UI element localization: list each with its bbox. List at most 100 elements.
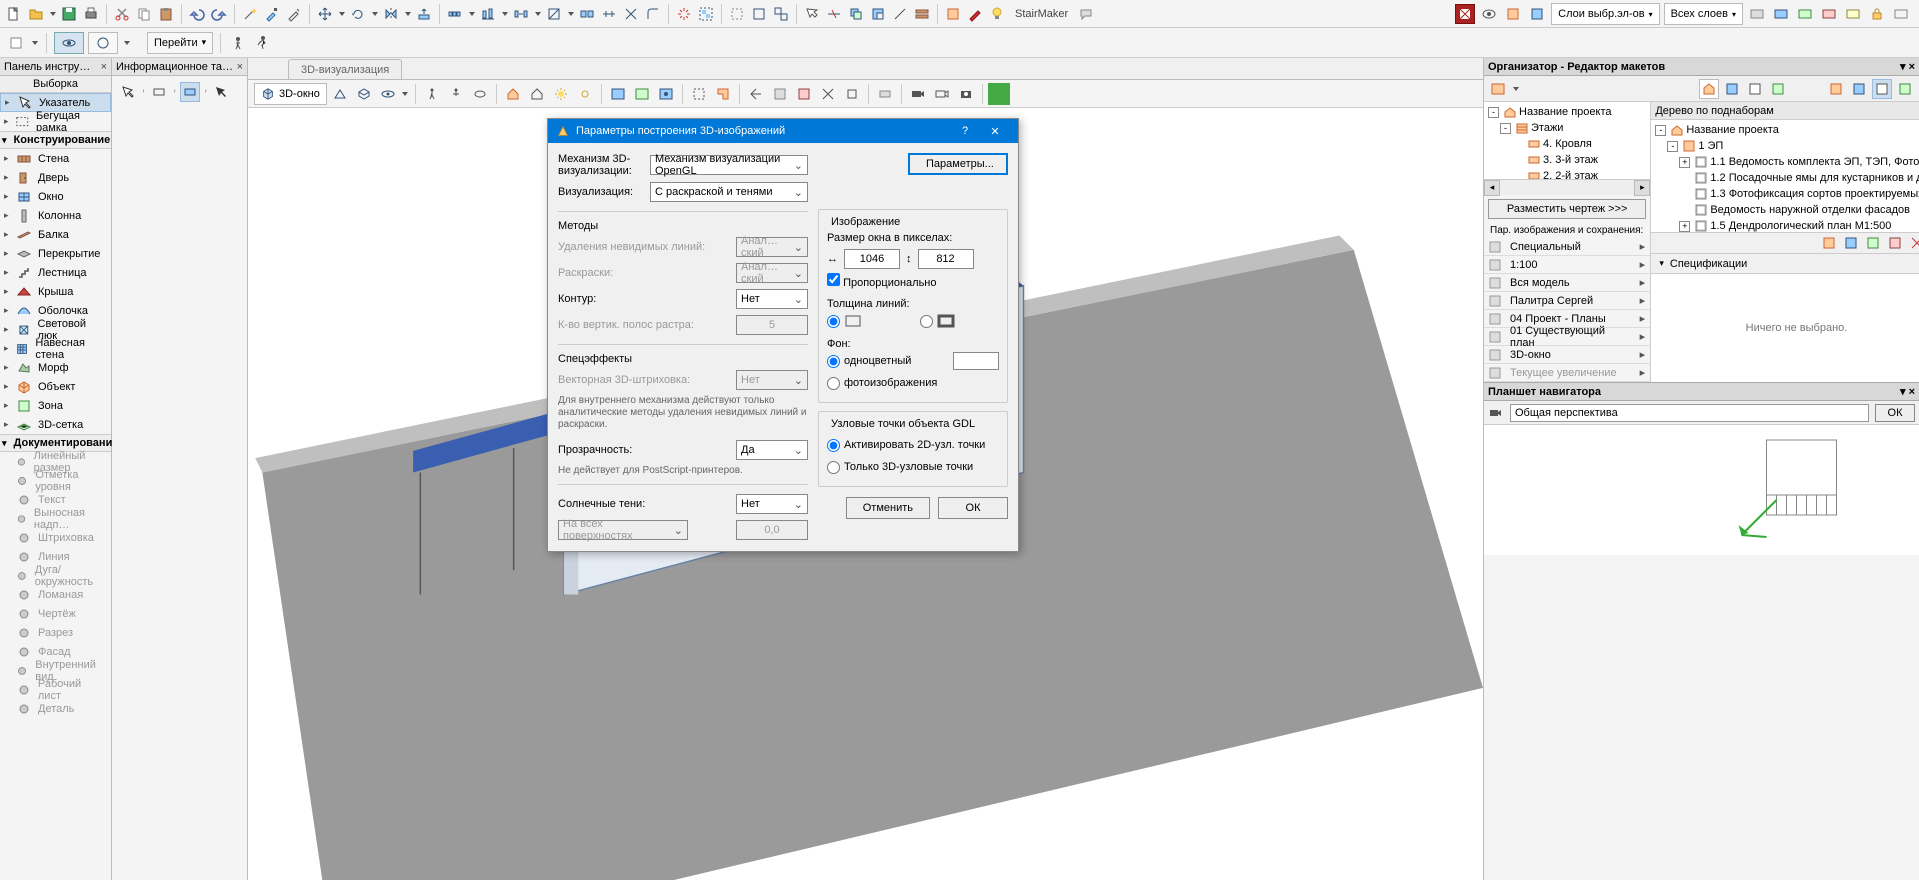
vt-cam1-icon[interactable]: [907, 83, 929, 105]
layer-opt2-icon[interactable]: [1527, 4, 1547, 24]
organizer-close-icon[interactable]: ×: [1909, 61, 1915, 73]
info-arrow-icon[interactable]: [118, 82, 138, 102]
eye-icon[interactable]: [1479, 4, 1499, 24]
tree-item[interactable]: 1.3 Фотофиксация сортов проектируемых к: [1653, 186, 1919, 202]
group-icon[interactable]: [696, 4, 716, 24]
suspend-group-icon[interactable]: [727, 4, 747, 24]
orbit-mode-button[interactable]: [54, 32, 84, 54]
nav-tablet-min-icon[interactable]: ▾: [1900, 386, 1906, 398]
layer-opt1-icon[interactable]: [1503, 4, 1523, 24]
tree-item[interactable]: 2. 2-й этаж: [1486, 168, 1648, 179]
vt-render1-icon[interactable]: [607, 83, 629, 105]
paste-icon[interactable]: [156, 4, 176, 24]
nav-ok-button[interactable]: ОК: [1875, 404, 1915, 422]
tool-стена[interactable]: ▸Стена: [0, 149, 111, 168]
vt-home-icon[interactable]: [502, 83, 524, 105]
lock-icon[interactable]: [1867, 4, 1887, 24]
vt-section-icon[interactable]: [712, 83, 734, 105]
ort3-icon[interactable]: [1863, 233, 1883, 253]
elevate-icon[interactable]: [414, 4, 434, 24]
vt-marquee-icon[interactable]: [688, 83, 710, 105]
layer-d-icon[interactable]: [1819, 4, 1839, 24]
lw-true-radio[interactable]: [920, 315, 933, 328]
tool-навесная-стена[interactable]: ▸Навесная стена: [0, 339, 111, 358]
vt-render2-icon[interactable]: [631, 83, 653, 105]
layer-a-icon[interactable]: [1747, 4, 1767, 24]
prop-row[interactable]: 1:100▸: [1484, 256, 1650, 274]
tree-item[interactable]: -Название проекта: [1653, 122, 1919, 138]
ort4-icon[interactable]: [1885, 233, 1905, 253]
tool-колонна[interactable]: ▸Колонна: [0, 206, 111, 225]
tree-item[interactable]: 3. 3-й этаж: [1486, 152, 1648, 168]
group2-icon[interactable]: [749, 4, 769, 24]
organizer-right-tree[interactable]: -Название проекта-1 ЭП+1.1 Ведомость ком…: [1651, 120, 1919, 232]
tree-item[interactable]: -Этажи: [1486, 120, 1648, 136]
tool-лестница[interactable]: ▸Лестница: [0, 263, 111, 282]
nav-tablet-close-icon[interactable]: ×: [1909, 386, 1915, 398]
tree-item[interactable]: +1.1 Ведомость комплекта ЭП, ТЭП, Фотогр…: [1653, 154, 1919, 170]
eyedropper-icon[interactable]: [262, 4, 282, 24]
bg-mono-radio[interactable]: [827, 355, 840, 368]
renovation-icon[interactable]: [943, 4, 963, 24]
fillet-icon[interactable]: [643, 4, 663, 24]
vt-go-icon[interactable]: [988, 83, 1010, 105]
info-arrow2-icon[interactable]: [211, 82, 231, 102]
run-icon[interactable]: [252, 33, 272, 53]
img-width-input[interactable]: [844, 249, 900, 269]
prop-row[interactable]: Специальный▸: [1484, 238, 1650, 256]
tool-морф[interactable]: ▸Морф: [0, 358, 111, 377]
info-rect-icon[interactable]: [149, 82, 169, 102]
org-r1-icon[interactable]: [1826, 79, 1846, 99]
vis-select[interactable]: С раскраской и тенями: [650, 182, 808, 202]
tree-item[interactable]: 1.2 Посадочные ямы для кустарников и дер: [1653, 170, 1919, 186]
vt-render3-icon[interactable]: [655, 83, 677, 105]
toolbox-close-icon[interactable]: ×: [101, 61, 107, 73]
vt-persp-icon[interactable]: [329, 83, 351, 105]
tree-item[interactable]: -Название проекта: [1486, 104, 1648, 120]
org-view-icon[interactable]: [1722, 79, 1742, 99]
move-dropdown[interactable]: [337, 4, 346, 24]
cut-icon[interactable]: [112, 4, 132, 24]
explore-mode-button[interactable]: [88, 32, 118, 54]
syringe-icon[interactable]: [284, 4, 304, 24]
open-icon[interactable]: [26, 4, 46, 24]
goto-button[interactable]: Перейти▾: [147, 32, 213, 54]
dialog-help-icon[interactable]: ?: [950, 119, 980, 143]
open-dropdown[interactable]: [48, 4, 57, 24]
scroll-left-icon[interactable]: ◂: [1484, 180, 1500, 196]
split-icon[interactable]: [577, 4, 597, 24]
tree-item[interactable]: +1.5 Дендрологический план М1:500: [1653, 218, 1919, 232]
nav-preview-canvas[interactable]: [1484, 425, 1919, 555]
undo-icon[interactable]: [187, 4, 207, 24]
vt-d-icon[interactable]: [817, 83, 839, 105]
layer-c-icon[interactable]: [1795, 4, 1815, 24]
org-proj-icon[interactable]: [1699, 79, 1719, 99]
save-icon[interactable]: [59, 4, 79, 24]
layer-b-icon[interactable]: [1771, 4, 1791, 24]
org-r4-icon[interactable]: [1895, 79, 1915, 99]
vt-f-icon[interactable]: [874, 83, 896, 105]
vt-lookat-icon[interactable]: [445, 83, 467, 105]
ungroup-icon[interactable]: [771, 4, 791, 24]
tool-окно[interactable]: ▸Окно: [0, 187, 111, 206]
move-icon[interactable]: [315, 4, 335, 24]
new-icon[interactable]: [4, 4, 24, 24]
ok-button[interactable]: ОК: [938, 497, 1008, 519]
organizer-min-icon[interactable]: ▾: [1900, 61, 1906, 73]
vt-cam3-icon[interactable]: [955, 83, 977, 105]
org-layout-icon[interactable]: [1745, 79, 1765, 99]
intersect-icon[interactable]: [621, 4, 641, 24]
print-icon[interactable]: [81, 4, 101, 24]
chat-icon[interactable]: [1076, 4, 1096, 24]
lw-hairline-radio[interactable]: [827, 315, 840, 328]
vt-orbit-icon[interactable]: [377, 83, 399, 105]
bg-photo-radio[interactable]: [827, 377, 840, 390]
resize-icon[interactable]: [544, 4, 564, 24]
section-construction[interactable]: Конструирование: [0, 131, 111, 149]
mod-wall-icon[interactable]: [912, 4, 932, 24]
spec-header[interactable]: ▾Спецификации: [1651, 254, 1919, 274]
prop-row[interactable]: 01 Существующий план▸: [1484, 328, 1650, 346]
view-tab-3dvis[interactable]: 3D-визуализация: [288, 59, 402, 79]
explode-icon[interactable]: [674, 4, 694, 24]
img-height-input[interactable]: [918, 249, 974, 269]
